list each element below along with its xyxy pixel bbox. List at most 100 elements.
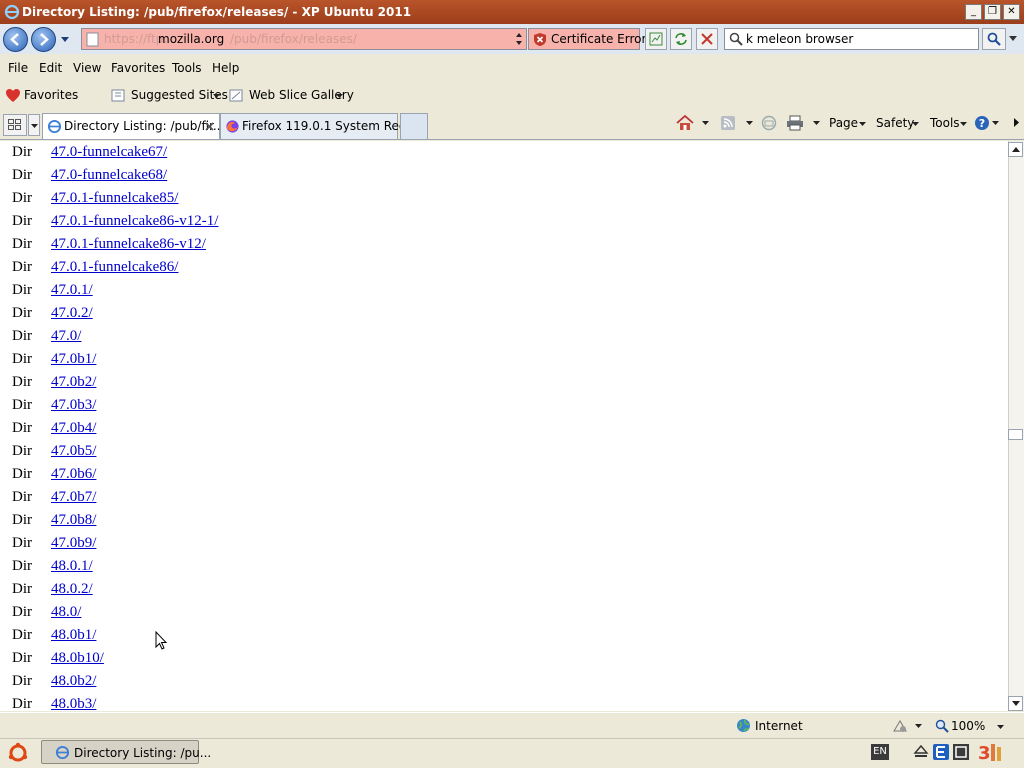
directory-link[interactable]: 48.0b10/	[51, 650, 104, 667]
language-indicator[interactable]: EN	[871, 744, 889, 760]
quick-tabs-button[interactable]	[3, 114, 27, 136]
suggested-sites-button[interactable]: Suggested Sites	[111, 86, 228, 106]
directory-link[interactable]: 48.0.1/	[51, 558, 93, 575]
directory-link[interactable]: 47.0.1-funnelcake86/	[51, 259, 178, 276]
menu-file[interactable]: File	[8, 61, 28, 75]
scroll-down-button[interactable]	[1008, 696, 1023, 711]
directory-link[interactable]: 47.0b4/	[51, 420, 96, 437]
web-slice-icon	[229, 89, 243, 102]
directory-link[interactable]: 47.0.2/	[51, 305, 93, 322]
print-dropdown-icon[interactable]	[813, 121, 820, 126]
listing-row: Dir 48.0b1/	[0, 627, 1000, 650]
directory-link[interactable]: 47.0.1-funnelcake86-v12-1/	[51, 213, 218, 230]
ie-logo-icon	[4, 4, 20, 20]
web-slice-gallery-button[interactable]: Web Slice Gallery	[229, 86, 354, 106]
close-tab-icon[interactable]	[205, 122, 214, 131]
directory-link[interactable]: 47.0b7/	[51, 489, 96, 506]
directory-link[interactable]: 48.0b3/	[51, 696, 96, 711]
compatibility-view-button[interactable]	[645, 28, 667, 50]
vertical-scrollbar[interactable]	[1008, 141, 1024, 711]
listing-row: Dir 47.0b6/	[0, 466, 1000, 489]
zoom-level-button[interactable]: 100%	[935, 717, 1005, 735]
tab-directory-listing[interactable]: Directory Listing: /pub/fir...	[42, 113, 224, 139]
feeds-dropdown-icon[interactable]	[746, 121, 753, 126]
directory-link[interactable]: 48.0/	[51, 604, 81, 621]
safety-menu-button[interactable]: Safety	[876, 116, 922, 132]
history-dropdown-icon[interactable]	[60, 36, 70, 44]
listing-row: Dir 47.0b9/	[0, 535, 1000, 558]
directory-link[interactable]: 48.0b1/	[51, 627, 96, 644]
menu-help[interactable]: Help	[212, 61, 239, 75]
refresh-button[interactable]	[670, 28, 692, 50]
listing-row: Dir 47.0b1/	[0, 351, 1000, 374]
ubuntu-start-icon[interactable]	[7, 742, 29, 764]
forward-arrow-icon	[40, 33, 49, 46]
protected-mode-icon[interactable]	[892, 719, 908, 733]
entry-type-label: Dir	[12, 650, 32, 666]
read-mail-icon[interactable]	[761, 115, 777, 131]
search-icon	[987, 32, 1001, 46]
directory-link[interactable]: 47.0.1-funnelcake85/	[51, 190, 178, 207]
listing-row: Dir 48.0b3/	[0, 696, 1000, 711]
directory-link[interactable]: 48.0.2/	[51, 581, 93, 598]
favorites-button[interactable]: Favorites	[4, 86, 78, 106]
forward-button[interactable]	[31, 27, 56, 52]
listing-row: Dir 48.0b2/	[0, 673, 1000, 696]
directory-link[interactable]: 47.0.1/	[51, 282, 93, 299]
notification-app-icon[interactable]	[932, 743, 950, 761]
directory-link[interactable]: 47.0b1/	[51, 351, 96, 368]
tab-list-button[interactable]	[28, 114, 40, 136]
scroll-thumb[interactable]	[1008, 429, 1023, 440]
more-commands-chevron-icon[interactable]	[1013, 117, 1020, 128]
ie-page-icon	[47, 119, 62, 134]
entry-type-label: Dir	[12, 397, 32, 413]
entry-type-label: Dir	[12, 236, 32, 252]
directory-link[interactable]: 47.0.1-funnelcake86-v12/	[51, 236, 206, 253]
entry-type-label: Dir	[12, 167, 32, 183]
help-dropdown-icon[interactable]	[992, 121, 999, 126]
menu-view[interactable]: View	[73, 61, 101, 75]
address-bar[interactable]: https://ftp. mozilla.org /pub/firefox/re…	[81, 28, 527, 50]
search-options-dropdown-icon[interactable]	[1009, 36, 1017, 42]
eject-icon[interactable]	[913, 744, 929, 760]
protected-mode-dropdown-icon[interactable]	[915, 724, 922, 729]
directory-link[interactable]: 47.0b3/	[51, 397, 96, 414]
address-spinner-icon[interactable]	[514, 31, 524, 47]
new-tab-button[interactable]	[400, 113, 428, 139]
directory-link[interactable]: 47.0b8/	[51, 512, 96, 529]
minimize-button[interactable]: _	[965, 4, 982, 20]
stop-button[interactable]	[696, 28, 718, 50]
search-button[interactable]	[982, 28, 1006, 50]
menu-edit[interactable]: Edit	[39, 61, 62, 75]
directory-link[interactable]: 47.0b2/	[51, 374, 96, 391]
tools-menu-button[interactable]: Tools	[930, 116, 970, 132]
directory-link[interactable]: 47.0b5/	[51, 443, 96, 460]
directory-link[interactable]: 47.0b9/	[51, 535, 96, 552]
tools-menu-label: Tools	[930, 116, 960, 130]
search-box[interactable]: k meleon browser	[724, 28, 979, 50]
home-icon[interactable]	[676, 115, 694, 131]
page-menu-button[interactable]: Page	[829, 116, 867, 132]
ie-taskbar-icon	[55, 745, 70, 760]
directory-link[interactable]: 48.0b2/	[51, 673, 96, 690]
home-dropdown-icon[interactable]	[702, 121, 709, 126]
safety-menu-label: Safety	[876, 116, 915, 130]
directory-link[interactable]: 47.0-funnelcake67/	[51, 144, 167, 161]
entry-type-label: Dir	[12, 328, 32, 344]
directory-link[interactable]: 47.0-funnelcake68/	[51, 167, 167, 184]
taskbar-window-button[interactable]: Directory Listing: /pu...	[41, 740, 211, 764]
back-button[interactable]	[3, 27, 28, 52]
menu-favorites[interactable]: Favorites	[111, 61, 165, 75]
scroll-up-button[interactable]	[1008, 142, 1023, 157]
directory-link[interactable]: 47.0b6/	[51, 466, 96, 483]
certificate-error-button[interactable]: Certificate Error	[528, 28, 646, 50]
close-window-button[interactable]: ✕	[1003, 4, 1020, 20]
tab-firefox-system-requirements[interactable]: Firefox 119.0.1 System Req...	[220, 113, 418, 139]
system-tray-app-icon[interactable]	[952, 743, 970, 761]
restore-button[interactable]: ❐	[984, 4, 1001, 20]
feeds-icon[interactable]	[720, 115, 736, 131]
print-icon[interactable]	[786, 115, 804, 131]
directory-link[interactable]: 47.0/	[51, 328, 81, 345]
menu-tools[interactable]: Tools	[172, 61, 202, 75]
help-icon[interactable]: ?	[974, 115, 990, 131]
